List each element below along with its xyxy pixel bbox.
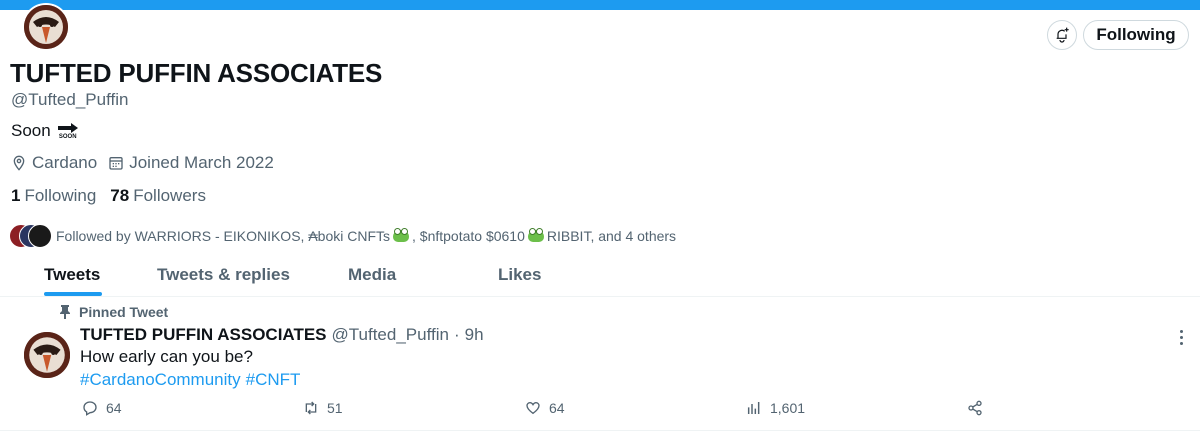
frog-emoji-icon [393,228,409,242]
pin-icon [60,305,70,319]
bio-text: Soon [11,121,51,140]
notification-toggle-button[interactable] [1047,20,1077,50]
heart-icon [526,401,540,415]
pinned-label-text: Pinned Tweet [79,304,169,320]
like-count: 64 [549,400,565,416]
active-tab-indicator [44,292,102,296]
following-stat-link[interactable]: 1 Following [11,186,96,206]
puffin-logo-icon [24,332,70,378]
tweet-author-avatar[interactable] [22,330,72,380]
profile-banner [0,0,1200,10]
tweet-author-name[interactable]: TUFTED PUFFIN ASSOCIATES [80,325,327,345]
retweet-count: 51 [327,400,343,416]
tweet-hashtags: #CardanoCommunity #CNFT [80,370,300,390]
bell-plus-icon [1056,27,1069,43]
tweet-separator: · [453,325,460,344]
tweet-header: TUFTED PUFFIN ASSOCIATES @Tufted_Puffin … [80,325,484,345]
pinned-tweet-label: Pinned Tweet [59,304,168,320]
view-count: 1,601 [770,400,806,416]
profile-display-name: TUFTED PUFFIN ASSOCIATES [10,58,383,88]
avatar [28,224,52,248]
soon-arrow-icon: SOON [57,122,79,140]
tab-tweets-replies[interactable]: Tweets & replies [157,265,290,285]
like-button[interactable]: 64 [525,400,565,416]
share-icon [968,400,982,416]
joined-text: Joined March 2022 [129,153,274,172]
analytics-bar-icon [747,402,760,414]
hashtag-link[interactable]: #CNFT [246,370,301,390]
calendar-icon [109,157,123,170]
profile-handle: @Tufted_Puffin [11,90,129,109]
tweet-text: How early can you be? [80,347,253,366]
share-button[interactable] [967,400,983,416]
more-options-icon[interactable] [1180,330,1184,345]
soon-emoji-label: SOON [58,133,77,140]
following-button[interactable]: Following [1083,20,1189,50]
retweet-button[interactable]: 51 [303,400,343,416]
followed-by-text-end: RIBBIT, and 4 others [546,228,677,244]
profile-joined: Joined March 2022 [108,153,274,173]
followers-you-know-avatars [9,224,52,248]
following-label: Following [24,186,97,205]
reply-button[interactable]: 64 [82,400,122,416]
location-pin-icon [13,155,25,171]
profile-stats: 1 Following 78 Followers [11,186,206,206]
tweet-divider [0,430,1200,431]
tweet-author-handle[interactable]: @Tufted_Puffin [332,325,449,345]
profile-tabs: Tweets Tweets & replies Media Likes [0,258,1200,297]
following-count: 1 [11,186,21,205]
profile-location: Cardano [11,153,97,173]
profile-avatar[interactable] [22,3,70,51]
hashtag-link[interactable]: #CardanoCommunity [80,370,241,390]
puffin-logo-icon [24,5,68,49]
reply-count: 64 [106,400,122,416]
tab-tweets[interactable]: Tweets [44,265,100,285]
retweet-icon [305,401,317,415]
followers-count: 78 [110,186,130,205]
frog-emoji-icon [527,228,544,242]
tab-likes[interactable]: Likes [498,265,541,285]
followers-label: Followers [133,186,206,205]
followed-by-row[interactable]: Followed by WARRIORS - EIKONIKOS, ₳boki … [9,224,676,248]
tweet-timestamp[interactable]: 9h [465,325,484,345]
tab-media[interactable]: Media [348,265,396,285]
location-text: Cardano [32,153,98,172]
followed-by-text: Followed by WARRIORS - EIKONIKOS, ₳boki … [56,228,390,244]
profile-bio: Soon SOON [11,121,79,141]
reply-icon [83,401,97,416]
followers-stat-link[interactable]: 78 Followers [110,186,206,206]
views-button[interactable]: 1,601 [746,400,805,416]
followed-by-text-mid: , $nftpotato $0610 [412,228,525,244]
profile-meta: Cardano Joined March 2022 [11,153,285,173]
